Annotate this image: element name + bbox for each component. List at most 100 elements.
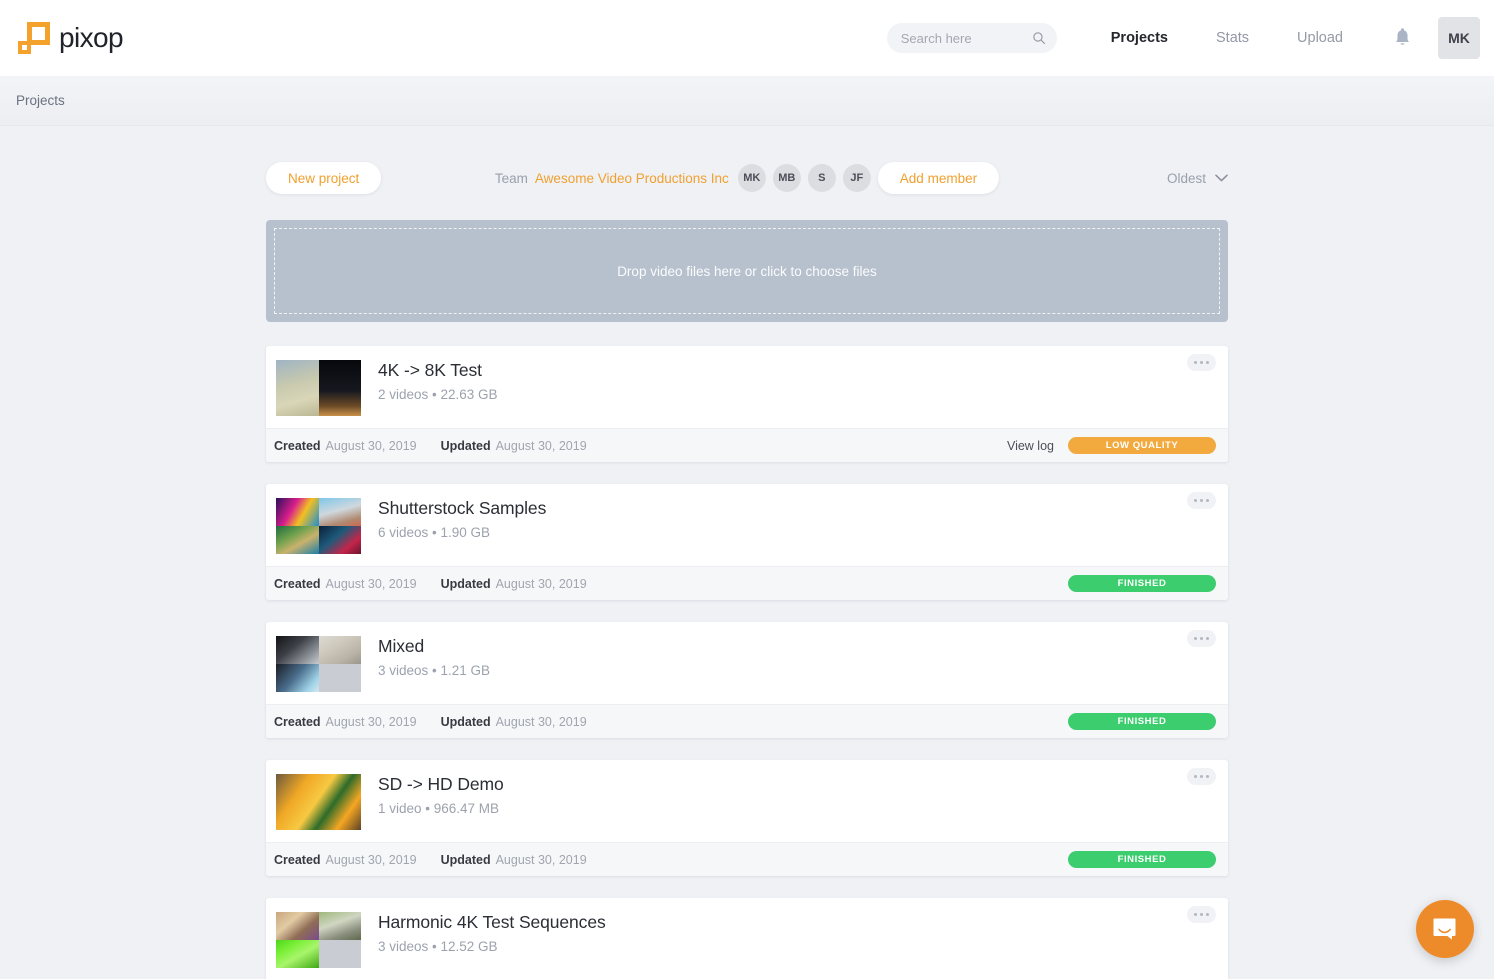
project-thumbnail[interactable] [276,774,361,830]
project-card-text: SD -> HD Demo 1 video • 966.47 MB [361,772,504,816]
project-title[interactable]: SD -> HD Demo [378,774,504,795]
search-input[interactable] [900,30,1032,46]
sort-dropdown-value: Oldest [1166,170,1206,186]
project-card-footer: Created August 30, 2019 Updated August 30, … [266,842,1228,876]
project-title[interactable]: Mixed [378,636,490,657]
nav-link-upload[interactable]: Upload [1273,30,1367,46]
project-card[interactable]: SD -> HD Demo 1 video • 966.47 MB Created A… [266,760,1228,876]
project-meta: 1 video • 966.47 MB [378,801,500,816]
project-thumbnail[interactable] [276,498,361,554]
team-member-avatar[interactable]: S [807,164,836,192]
projects-toolbar: New project Team Awesome Video Productio… [266,162,1228,194]
project-card-footer-actions: View log LOW QUALITY [1007,437,1216,454]
thumbnail-tile [276,774,361,830]
created-date: August 30, 2019 [325,438,417,453]
project-thumbnail[interactable] [276,360,361,416]
main-content: New project Team Awesome Video Productio… [0,126,1494,979]
breadcrumb-item-projects[interactable]: Projects [16,93,65,108]
team-member-avatar[interactable]: MK [737,164,766,192]
pixop-logo[interactable]: pixop [18,22,124,54]
updated-date: August 30, 2019 [495,438,587,453]
notifications-button[interactable] [1367,27,1432,49]
updated-label: Updated [440,852,491,867]
status-badge: FINISHED [1068,713,1216,730]
updated-label: Updated [440,438,491,453]
bell-icon [1395,27,1410,45]
project-meta: 2 videos • 22.63 GB [378,387,498,402]
project-thumbnail[interactable] [276,912,361,968]
breadcrumb: Projects [0,76,1494,126]
team-bar: Team Awesome Video Productions Inc MK MB… [495,162,1000,194]
project-card-text: Shutterstock Samples 6 videos • 1.90 GB [361,496,546,540]
add-member-button[interactable]: Add member [877,162,1000,194]
user-avatar-button[interactable]: MK [1438,17,1480,59]
project-thumbnail[interactable] [276,636,361,692]
project-title[interactable]: 4K -> 8K Test [378,360,498,381]
sort-dropdown[interactable]: Oldest [1167,171,1228,186]
project-list: 4K -> 8K Test 2 videos • 22.63 GB Created A… [266,346,1228,979]
project-card-footer-actions: FINISHED [1068,713,1216,730]
project-title[interactable]: Shutterstock Samples [378,498,546,519]
primary-nav: Projects Stats Upload MK [886,17,1480,59]
search-box[interactable] [886,23,1057,53]
thumbnail-tile [276,912,319,940]
thumbnail-tile [276,636,319,664]
project-card-body: Harmonic 4K Test Sequences 3 videos • 12.… [266,898,1228,979]
project-card[interactable]: Harmonic 4K Test Sequences 3 videos • 12.… [266,898,1228,979]
created-label: Created [274,438,321,453]
project-meta: 6 videos • 1.90 GB [378,525,491,540]
pixop-logo-icon [18,22,50,54]
thumbnail-tile [276,360,319,416]
project-title[interactable]: Harmonic 4K Test Sequences [378,912,606,933]
team-member-avatar[interactable]: JF [842,164,871,192]
thumbnail-tile [276,526,319,554]
team-member-avatar[interactable]: MB [772,164,801,192]
status-badge: FINISHED [1068,851,1216,868]
team-name[interactable]: Awesome Video Productions Inc [535,171,729,186]
updated-date: August 30, 2019 [495,576,587,591]
thumbnail-tile [276,940,319,968]
new-project-button[interactable]: New project [266,162,382,194]
project-meta: 3 videos • 12.52 GB [378,939,498,954]
project-card-body: SD -> HD Demo 1 video • 966.47 MB [266,760,1228,842]
created-date: August 30, 2019 [325,714,417,729]
support-chat-button[interactable] [1416,900,1474,958]
thumbnail-tile [318,912,361,940]
project-card[interactable]: Mixed 3 videos • 1.21 GB Created August 30,… [266,622,1228,738]
created-date: August 30, 2019 [325,852,417,867]
project-card-text: Mixed 3 videos • 1.21 GB [361,634,490,678]
project-card-footer-actions: FINISHED [1068,575,1216,592]
file-dropzone-label: Drop video files here or click to choose… [274,228,1220,314]
project-card-footer: Created August 30, 2019 Updated August 30, … [266,566,1228,600]
project-card[interactable]: 4K -> 8K Test 2 videos • 22.63 GB Created A… [266,346,1228,462]
project-options-button[interactable] [1187,768,1216,785]
project-options-button[interactable] [1187,906,1216,923]
created-date: August 30, 2019 [325,576,417,591]
thumbnail-tile [318,526,361,554]
chevron-down-icon [1215,174,1228,182]
file-dropzone[interactable]: Drop video files here or click to choose… [266,220,1228,322]
view-log-link[interactable]: View log [1007,439,1054,453]
status-badge: LOW QUALITY [1068,437,1216,454]
nav-link-projects[interactable]: Projects [1087,30,1192,46]
project-options-button[interactable] [1187,630,1216,647]
created-label: Created [274,852,321,867]
status-badge: FINISHED [1068,575,1216,592]
thumbnail-tile [276,498,319,526]
created-label: Created [274,714,321,729]
project-meta: 3 videos • 1.21 GB [378,663,491,678]
project-options-button[interactable] [1187,354,1216,371]
updated-date: August 30, 2019 [495,714,587,729]
chat-bubble-icon [1433,918,1456,940]
updated-label: Updated [440,576,491,591]
project-options-button[interactable] [1187,492,1216,509]
project-card-body: Shutterstock Samples 6 videos • 1.90 GB [266,484,1228,566]
project-card-text: Harmonic 4K Test Sequences 3 videos • 12.… [361,910,606,954]
nav-link-stats[interactable]: Stats [1192,30,1273,46]
project-card-text: 4K -> 8K Test 2 videos • 22.63 GB [361,358,498,402]
updated-label: Updated [440,714,491,729]
project-card[interactable]: Shutterstock Samples 6 videos • 1.90 GB Cr… [266,484,1228,600]
thumbnail-tile [276,664,319,692]
pixop-logo-text: pixop [59,22,124,53]
project-card-body: Mixed 3 videos • 1.21 GB [266,622,1228,704]
